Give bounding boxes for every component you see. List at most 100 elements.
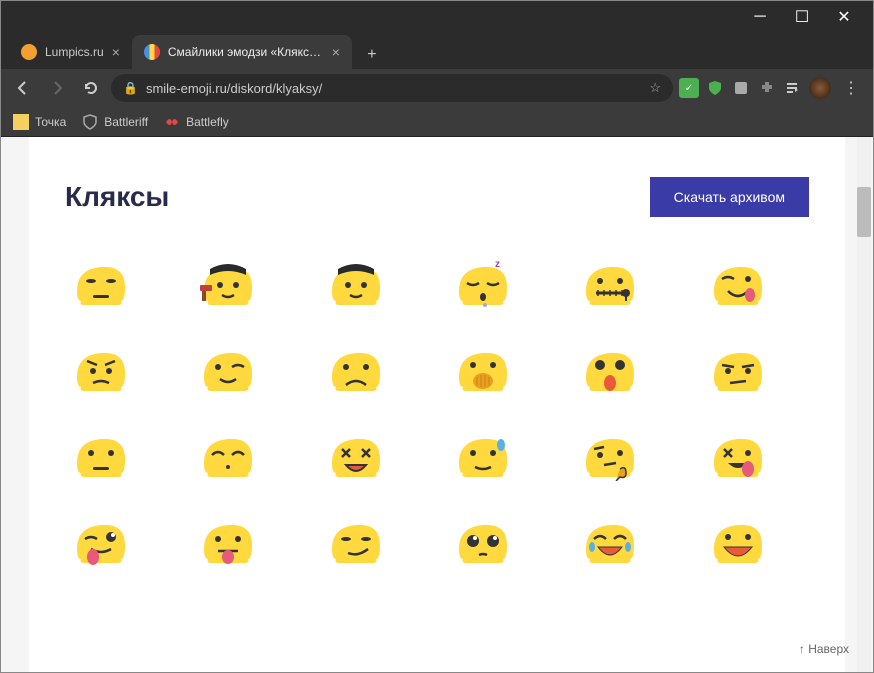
menu-button[interactable]: ⋮ xyxy=(837,78,865,98)
tab-favicon-icon xyxy=(21,44,37,60)
blob-unamused[interactable] xyxy=(702,343,774,399)
extension-shield-icon[interactable] xyxy=(705,78,725,98)
blob-tongue-wink-icon xyxy=(73,519,129,567)
bookmark-wing-icon xyxy=(164,114,180,130)
reload-icon xyxy=(83,80,99,96)
bookmark-tochka[interactable]: Точка xyxy=(13,114,66,130)
blob-frown[interactable] xyxy=(320,343,392,399)
back-button[interactable] xyxy=(9,74,37,102)
tab-smile-emoji[interactable]: Смайлики эмодзи «Кляксы» для… × xyxy=(132,35,352,69)
blob-annoyed-icon xyxy=(73,261,129,309)
profile-avatar[interactable] xyxy=(809,77,831,99)
blob-annoyed[interactable] xyxy=(65,257,137,313)
star-icon[interactable]: ☆ xyxy=(649,80,661,96)
blob-tongue[interactable] xyxy=(192,515,264,571)
blob-sweat-icon xyxy=(455,433,511,481)
tab-lumpics[interactable]: Lumpics.ru × xyxy=(9,35,132,69)
emoji-grid: zz xyxy=(65,257,809,571)
close-icon: ✕ xyxy=(837,7,850,27)
content-area: Кляксы Скачать архивом zz xyxy=(1,137,873,672)
bookmark-label: Battleriff xyxy=(104,115,148,129)
blob-salute-hammer-icon xyxy=(200,261,256,309)
blob-sleeping[interactable]: zz xyxy=(447,257,519,313)
blob-neutral[interactable] xyxy=(65,429,137,485)
tab-bar: Lumpics.ru × Смайлики эмодзи «Кляксы» дл… xyxy=(1,33,873,69)
blob-smile-eyes[interactable] xyxy=(192,429,264,485)
tab-title: Lumpics.ru xyxy=(45,45,104,59)
bookmark-folder-icon xyxy=(13,114,29,130)
blob-confused-icon xyxy=(73,347,129,395)
bookmark-label: Battlefly xyxy=(186,115,229,129)
address-bar[interactable]: 🔒 smile-emoji.ru/diskord/klyaksy/ ☆ xyxy=(111,74,673,102)
blob-pleading[interactable] xyxy=(447,515,519,571)
blob-hand-mouth[interactable] xyxy=(447,343,519,399)
blob-yum[interactable] xyxy=(702,257,774,313)
extension-gray-icon[interactable] xyxy=(731,78,751,98)
tab-close-icon[interactable]: × xyxy=(112,44,120,60)
blob-unamused-icon xyxy=(710,347,766,395)
blob-hand-mouth-icon xyxy=(455,347,511,395)
minimize-button[interactable]: ─ xyxy=(739,3,781,31)
extension-check-icon[interactable]: ✓ xyxy=(679,78,699,98)
tab-title: Смайлики эмодзи «Кляксы» для… xyxy=(168,45,324,59)
forward-button[interactable] xyxy=(43,74,71,102)
scrollbar-thumb[interactable] xyxy=(857,187,871,237)
blob-wink-icon xyxy=(200,347,256,395)
blob-salute[interactable] xyxy=(320,257,392,313)
blob-sleeping-icon: zz xyxy=(455,261,511,309)
download-archive-button[interactable]: Скачать архивом xyxy=(650,177,809,217)
arrow-right-icon xyxy=(49,80,65,96)
tab-close-icon[interactable]: × xyxy=(332,44,340,60)
blob-tongue-icon xyxy=(200,519,256,567)
svg-text:z: z xyxy=(495,261,500,270)
bookmark-battleriff[interactable]: Battleriff xyxy=(82,114,148,130)
blob-thinking-icon xyxy=(582,433,638,481)
new-tab-button[interactable]: + xyxy=(358,41,386,69)
blob-laugh-tongue-icon xyxy=(710,433,766,481)
maximize-button[interactable]: ☐ xyxy=(781,3,823,31)
blob-surprised[interactable] xyxy=(574,343,646,399)
blob-wink[interactable] xyxy=(192,343,264,399)
blob-smirk[interactable] xyxy=(320,515,392,571)
toolbar: 🔒 smile-emoji.ru/diskord/klyaksy/ ☆ ✓ ⋮ xyxy=(1,69,873,107)
blob-smirk-icon xyxy=(328,519,384,567)
reload-button[interactable] xyxy=(77,74,105,102)
blob-xd-icon xyxy=(328,433,384,481)
lock-icon: 🔒 xyxy=(123,81,138,95)
page-header: Кляксы Скачать архивом xyxy=(65,177,809,217)
window-titlebar: ─ ☐ ✕ xyxy=(1,1,873,33)
blob-neutral-icon xyxy=(73,433,129,481)
bookmarks-bar: Точка Battleriff Battlefly xyxy=(1,107,873,137)
bookmark-battlefly[interactable]: Battlefly xyxy=(164,114,229,130)
blob-salute-hammer[interactable] xyxy=(192,257,264,313)
back-to-top-link[interactable]: ↑ Наверх xyxy=(799,642,849,656)
media-control-icon[interactable] xyxy=(783,78,803,98)
tab-favicon-icon xyxy=(144,44,160,60)
url-text: smile-emoji.ru/diskord/klyaksy/ xyxy=(146,81,641,96)
browser-window: ─ ☐ ✕ Lumpics.ru × Смайлики эмодзи «Кляк… xyxy=(0,0,874,673)
bookmark-label: Точка xyxy=(35,115,66,129)
blob-smile-eyes-icon xyxy=(200,433,256,481)
blob-tongue-wink[interactable] xyxy=(65,515,137,571)
close-button[interactable]: ✕ xyxy=(823,3,865,31)
blob-grin-icon xyxy=(710,519,766,567)
page: Кляксы Скачать архивом zz xyxy=(29,137,845,672)
page-title: Кляксы xyxy=(65,181,169,213)
blob-thinking[interactable] xyxy=(574,429,646,485)
blob-laugh-tongue[interactable] xyxy=(702,429,774,485)
blob-zipper-icon xyxy=(582,261,638,309)
blob-grin[interactable] xyxy=(702,515,774,571)
blob-laugh-cry[interactable] xyxy=(574,515,646,571)
blob-pleading-icon xyxy=(455,519,511,567)
blob-zipper[interactable] xyxy=(574,257,646,313)
minimize-icon: ─ xyxy=(754,8,765,26)
blob-sweat[interactable] xyxy=(447,429,519,485)
blob-xd[interactable] xyxy=(320,429,392,485)
blob-surprised-icon xyxy=(582,347,638,395)
extensions-puzzle-icon[interactable] xyxy=(757,78,777,98)
blob-confused[interactable] xyxy=(65,343,137,399)
blob-frown-icon xyxy=(328,347,384,395)
svg-text:z: z xyxy=(501,261,505,263)
blob-salute-icon xyxy=(328,261,384,309)
maximize-icon: ☐ xyxy=(795,7,809,27)
